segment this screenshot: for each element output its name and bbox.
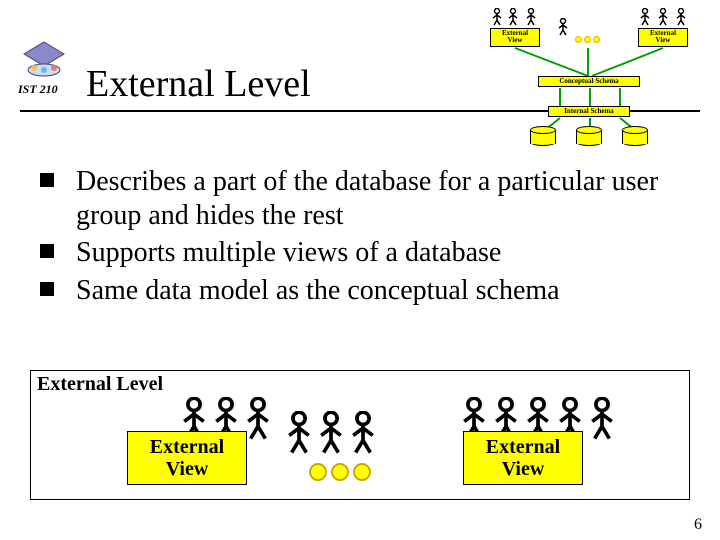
bullet-marker-icon xyxy=(40,173,54,187)
bullet-marker-icon xyxy=(40,244,54,258)
person-icon xyxy=(286,411,312,455)
database-icon xyxy=(530,126,556,146)
bullet-item: Same data model as the conceptual schema xyxy=(40,274,700,308)
user-group-mid xyxy=(286,411,376,455)
external-view-box-left: External View xyxy=(127,431,247,485)
frame-title: External Level xyxy=(37,373,163,396)
slide-title: External Level xyxy=(86,62,311,106)
external-view-box-right: External View xyxy=(463,431,583,485)
mini-internal-schema: Internal Schema xyxy=(548,106,630,117)
course-label: IST 210 xyxy=(18,82,58,97)
bullet-marker-icon xyxy=(40,282,54,296)
external-level-frame: External Level External View External Vi… xyxy=(30,370,690,500)
bullet-text: Same data model as the conceptual schema xyxy=(76,274,700,308)
person-icon xyxy=(318,411,344,455)
bullet-item: Describes a part of the database for a p… xyxy=(40,165,700,232)
ellipsis-circles xyxy=(309,463,371,481)
bullet-item: Supports multiple views of a database xyxy=(40,236,700,270)
bullet-text: Describes a part of the database for a p… xyxy=(76,165,700,232)
page-number: 6 xyxy=(694,516,702,534)
person-icon xyxy=(245,397,271,441)
bullet-text: Supports multiple views of a database xyxy=(76,236,700,270)
person-icon xyxy=(589,397,615,441)
bullet-list: Describes a part of the database for a p… xyxy=(40,165,700,311)
mini-conceptual-schema: Conceptual Schema xyxy=(538,76,640,87)
database-icon xyxy=(622,126,648,146)
person-icon xyxy=(350,411,376,455)
mini-three-schema-diagram: ExternalView ExternalView Conceptual Sch… xyxy=(490,6,700,146)
course-icon xyxy=(20,40,68,80)
database-icon xyxy=(576,126,602,146)
slide: IST 210 External Level ExternalView Exte… xyxy=(0,0,720,540)
